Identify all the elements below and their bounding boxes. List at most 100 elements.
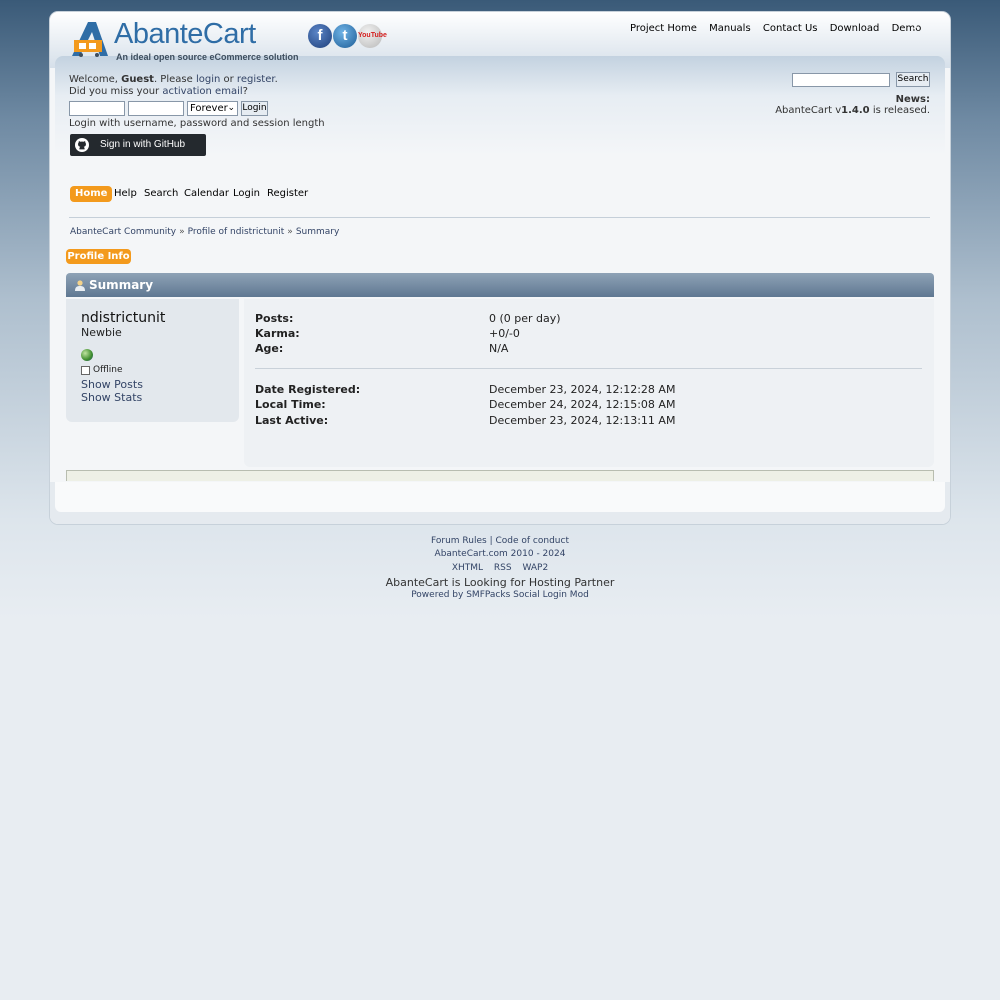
wrapper-bottom-inner	[55, 482, 945, 512]
session-length-value: Forever	[190, 103, 228, 114]
date-registered-label: Date Registered:	[255, 383, 361, 396]
copyright-link[interactable]: AbanteCart.com 2010 - 2024	[435, 549, 566, 559]
breadcrumb-separator: »	[179, 227, 185, 237]
news-text: AbanteCart v1.4.0 is released.	[775, 105, 930, 116]
breadcrumb-summary[interactable]: Summary	[296, 227, 340, 237]
forum-rules-link[interactable]: Forum Rules	[431, 536, 487, 546]
breadcrumb-community[interactable]: AbanteCart Community	[70, 227, 176, 237]
last-active-label: Last Active:	[255, 414, 329, 427]
youtube-icon[interactable]: YouTube	[358, 24, 387, 48]
profile-card: ndistrictunit Newbie Offline Show Posts …	[66, 299, 239, 422]
posts-value: 0 (0 per day)	[489, 312, 561, 325]
login-link[interactable]: login	[196, 74, 220, 85]
content-bottom-strip	[66, 470, 934, 481]
github-icon	[75, 138, 89, 152]
guest-label: Guest	[121, 74, 154, 85]
powered-by-link[interactable]: Powered by SMFPacks Social Login Mod	[411, 590, 589, 600]
search-input[interactable]	[792, 73, 890, 87]
period-text: .	[274, 74, 278, 85]
stats-divider	[255, 368, 922, 369]
karma-value: +0/-0	[489, 327, 520, 340]
welcome-text: Welcome,	[69, 74, 122, 85]
age-value: N/A	[489, 342, 509, 355]
site-logo[interactable]: AbanteCart An ideal open source eCommerc…	[70, 18, 299, 62]
date-registered-value: December 23, 2024, 12:12:28 AM	[489, 383, 676, 396]
username-input[interactable]	[69, 101, 125, 116]
hosting-notice[interactable]: AbanteCart is Looking for Hosting Partne…	[0, 576, 1000, 589]
search-button[interactable]: Search	[896, 72, 930, 87]
twitter-icon[interactable]: t	[333, 24, 357, 48]
please-text: . Please	[153, 74, 196, 85]
profile-username: ndistrictunit	[81, 310, 166, 326]
login-button[interactable]: Login	[241, 101, 268, 116]
show-stats-link[interactable]: Show Stats	[81, 391, 142, 404]
menu-item-calendar[interactable]: Calendar	[179, 186, 234, 202]
welcome-line: Welcome, Guest. Please login or register…	[69, 74, 278, 86]
youtube-label: YouTube	[358, 32, 387, 39]
register-link[interactable]: register	[237, 74, 275, 85]
rss-link[interactable]: RSS	[494, 563, 512, 573]
github-signin-button[interactable]: Sign in with GitHub	[70, 134, 206, 156]
stats-card: Posts: 0 (0 per day) Karma: +0/-0 Age: N…	[244, 299, 934, 467]
top-link-manuals[interactable]: Manuals	[709, 23, 751, 34]
top-link-download[interactable]: Download	[830, 23, 880, 34]
session-length-select[interactable]: Forever ⌄	[187, 101, 238, 116]
xhtml-link[interactable]: XHTML	[452, 563, 483, 573]
chevron-up-icon[interactable]: ⌃	[911, 24, 921, 38]
globe-icon[interactable]	[81, 349, 93, 361]
top-link-project-home[interactable]: Project Home	[630, 23, 697, 34]
main-wrapper: AbanteCart An ideal open source eCommerc…	[50, 12, 950, 524]
logo-tagline: An ideal open source eCommerce solution	[116, 52, 299, 62]
wap2-link[interactable]: WAP2	[522, 563, 548, 573]
local-time-label: Local Time:	[255, 398, 326, 411]
twitter-letter: t	[342, 27, 348, 44]
news-version: 1.4.0	[841, 105, 870, 116]
github-button-label: Sign in with GitHub	[100, 139, 186, 150]
user-icon	[75, 280, 85, 291]
tab-profile-info[interactable]: Profile Info	[66, 249, 131, 264]
show-posts-link[interactable]: Show Posts	[81, 378, 143, 391]
local-time-value: December 24, 2024, 12:15:08 AM	[489, 398, 676, 411]
news-label: News:	[895, 94, 930, 105]
summary-header: Summary	[66, 273, 934, 297]
or-text: or	[220, 74, 237, 85]
breadcrumb-profile[interactable]: Profile of ndistrictunit	[188, 227, 285, 237]
offline-status-icon	[81, 366, 90, 375]
facebook-icon[interactable]: f	[308, 24, 332, 48]
menu-item-login[interactable]: Login	[228, 186, 265, 202]
password-input[interactable]	[128, 101, 184, 116]
facebook-letter: f	[317, 27, 323, 44]
menu-item-home[interactable]: Home	[70, 186, 113, 202]
posts-label: Posts:	[255, 312, 294, 325]
member-title: Newbie	[81, 326, 122, 339]
breadcrumb: AbanteCart Community» Profile of ndistric…	[70, 227, 339, 237]
activation-line: Did you miss your activation email?	[69, 86, 278, 98]
menu-item-register[interactable]: Register	[262, 186, 313, 202]
activation-suffix: ?	[242, 86, 248, 97]
menu-item-search[interactable]: Search	[139, 186, 183, 202]
online-status: Offline	[93, 365, 123, 375]
top-link-contact-us[interactable]: Contact Us	[763, 23, 818, 34]
wrapper-bottom	[50, 482, 950, 524]
karma-label: Karma:	[255, 327, 300, 340]
user-info: Welcome, Guest. Please login or register…	[69, 74, 278, 98]
menu-item-help[interactable]: Help	[109, 186, 142, 202]
login-hint: Login with username, password and sessio…	[69, 118, 325, 129]
powered-by: Powered by SMFPacks Social Login Mod	[0, 590, 1000, 600]
summary-title: Summary	[89, 278, 154, 292]
code-of-conduct-link[interactable]: Code of conduct	[495, 536, 569, 546]
activation-text: Did you miss your	[69, 86, 163, 97]
top-links: Project Home Manuals Contact Us Download…	[630, 23, 930, 37]
footer-rules-row: Forum Rules | Code of conduct	[0, 536, 1000, 546]
footer-links: XHTML RSS WAP2	[0, 563, 1000, 573]
last-active-value: December 23, 2024, 12:13:11 AM	[489, 414, 676, 427]
activation-email-link[interactable]: activation email	[162, 86, 242, 97]
footer-separator: |	[489, 536, 493, 546]
breadcrumb-separator: »	[287, 227, 293, 237]
logo-name: AbanteCart	[114, 18, 256, 50]
news-prefix: AbanteCart v	[775, 105, 842, 116]
footer-copyright: AbanteCart.com 2010 - 2024	[0, 549, 1000, 559]
age-label: Age:	[255, 342, 284, 355]
menu-divider	[69, 217, 930, 218]
chevron-down-icon: ⌄	[227, 103, 235, 113]
